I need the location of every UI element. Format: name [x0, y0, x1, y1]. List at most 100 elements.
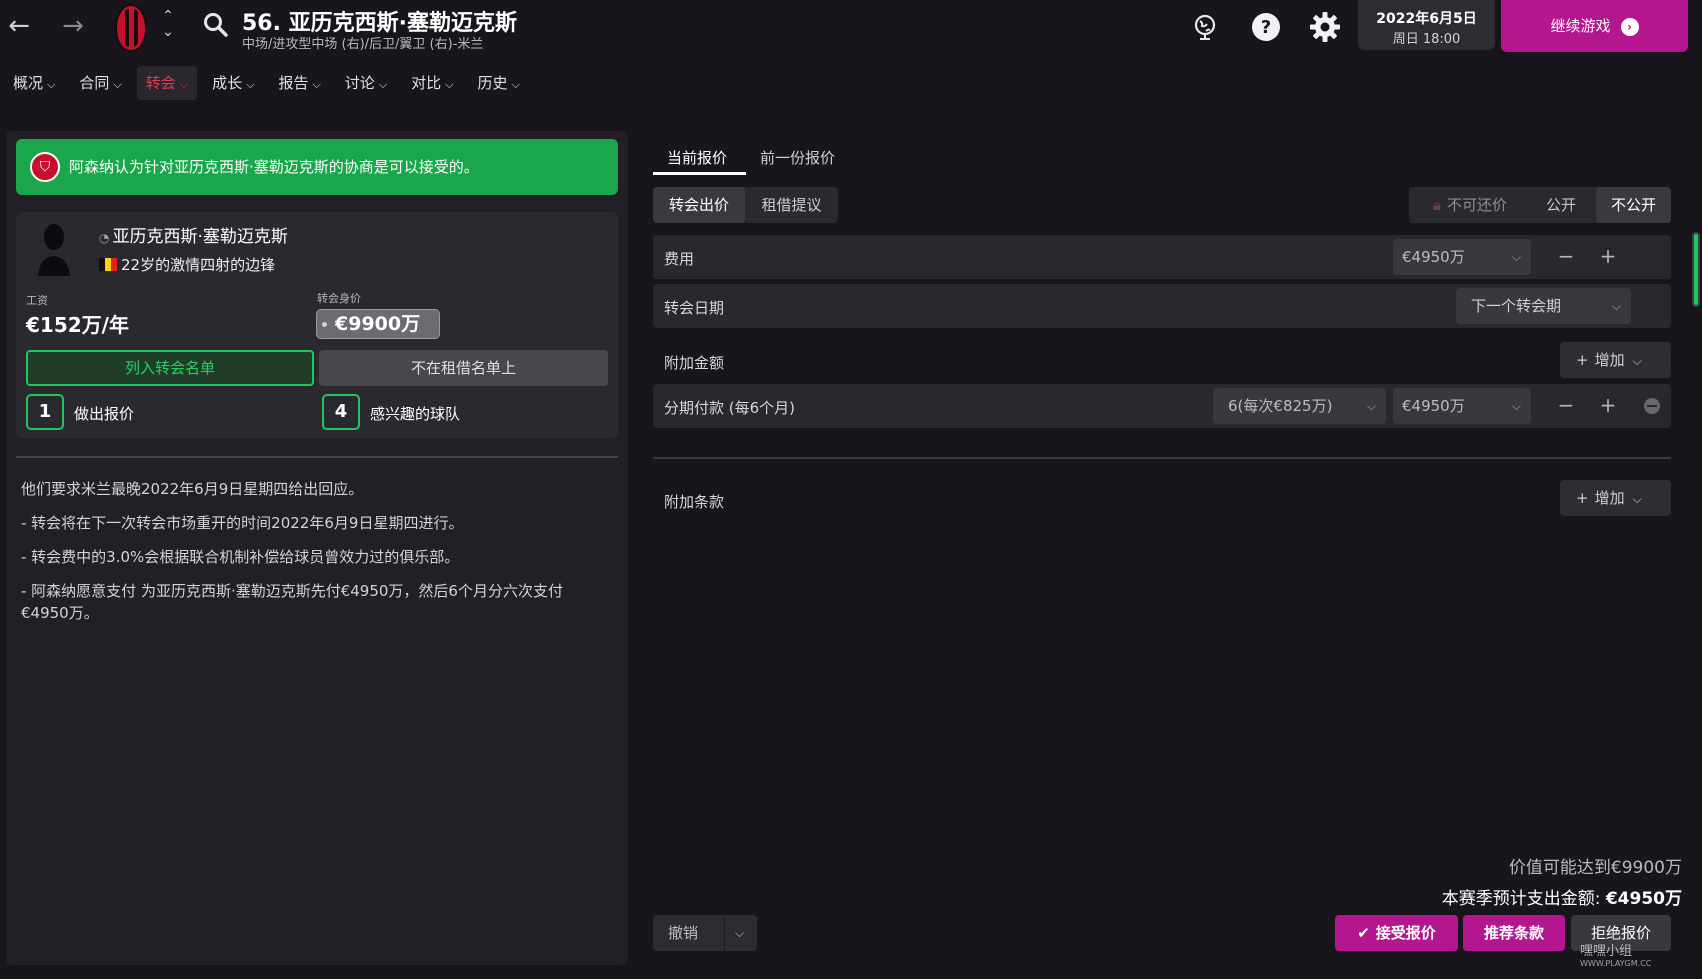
undo-label[interactable]: 撤销: [668, 915, 698, 951]
scrollbar-track[interactable]: [1690, 0, 1702, 979]
installment-count-select[interactable]: 6(每次€825万) ⌵: [1213, 388, 1386, 424]
chevron-down-icon: ⌵: [511, 78, 520, 91]
lock-icon: 🔒︎: [1433, 196, 1441, 214]
date-text: 2022年6月5日: [1376, 11, 1477, 27]
time-text: 周日 18:00: [1392, 32, 1461, 47]
chevron-down-icon: ⌵: [1366, 399, 1376, 413]
tab-current-offer[interactable]: 当前报价: [667, 147, 727, 168]
offers-label: 做出报价: [74, 405, 135, 423]
accept-offer-button[interactable]: ✔ 接受报价: [1335, 915, 1458, 951]
tab-contract[interactable]: 合同 ⌵: [70, 66, 130, 100]
chevron-down-icon: ⌵: [378, 78, 388, 91]
note-item: - 阿森纳愿意支付 为亚历克西斯·塞勒迈克斯先付€4950万，然后6个月分六次支…: [21, 582, 563, 622]
transfer-value-label: 转会身价: [317, 292, 361, 305]
loan-offer-option[interactable]: 租借提议: [745, 187, 838, 223]
loan-list-button[interactable]: 不在租借名单上: [319, 350, 608, 386]
fee-increase-button[interactable]: +: [1596, 244, 1620, 268]
chevron-down-icon: ⌵: [113, 78, 122, 91]
player-menu: 概况 ⌵ 合同 ⌵ 转会 ⌵ 成长 ⌵ 报告 ⌵ 讨论 ⌵ 对比 ⌵ 历史 ⌵: [4, 66, 535, 100]
banner-text: 阿森纳认为针对亚历克西斯·塞勒迈克斯的协商是可以接受的。: [69, 158, 479, 176]
date-display[interactable]: 2022年6月5日 周日 18:00: [1358, 0, 1495, 50]
up-down-icon[interactable]: ⌃ ⌄: [158, 8, 178, 46]
transfer-list-button[interactable]: 列入转会名单: [26, 350, 314, 386]
club-crest-icon: ⛉: [30, 152, 60, 182]
player-description: 22岁的激情四射的边锋: [99, 254, 275, 275]
tab-overview[interactable]: 概况 ⌵: [4, 66, 64, 100]
installment-increase-button[interactable]: +: [1596, 393, 1620, 417]
svg-text:?: ?: [1261, 17, 1271, 38]
continue-label: 继续游戏: [1550, 17, 1611, 35]
player-name[interactable]: ◔ 亚历克西斯·塞勒迈克斯: [99, 222, 288, 247]
player-silhouette-icon: [38, 224, 70, 276]
transfer-date-select[interactable]: 下一个转会期 ⌵: [1456, 288, 1631, 324]
no-counter-option[interactable]: 🔒︎ 不可还价: [1414, 187, 1526, 223]
plus-icon: +: [1576, 489, 1589, 507]
chevron-down-icon: ⌵: [1632, 354, 1642, 368]
divider: [16, 456, 618, 458]
back-arrow-icon[interactable]: ←: [4, 12, 34, 42]
chevron-down-icon[interactable]: ⌵: [724, 915, 744, 951]
plus-icon: +: [1576, 351, 1589, 369]
chevron-down-icon: ⌵: [179, 78, 189, 91]
chevron-down-icon: ⌵: [1611, 299, 1621, 313]
installment-amount-input[interactable]: €4950万 ⌵: [1393, 388, 1531, 424]
tab-transfer[interactable]: 转会 ⌵: [136, 66, 198, 100]
season-spend-text: 本赛季预计支出金额: €4950万: [1441, 889, 1682, 909]
tab-history[interactable]: 历史 ⌵: [469, 66, 529, 100]
chevron-down-icon: ⌵: [445, 78, 454, 91]
wage-value: €152万/年: [26, 313, 129, 337]
add-clause-button[interactable]: + 增加 ⌵: [1560, 480, 1671, 516]
scrollbar-thumb[interactable]: [1692, 232, 1700, 307]
chevron-down-icon: ⌵: [1511, 399, 1521, 413]
negotiation-notes: 他们要求米兰最晚2022年6月9日星期四给出回应。 - 转会将在下一次转会市场重…: [21, 478, 591, 636]
chevron-down-icon: ⌵: [1632, 492, 1642, 506]
watermark: 嘿嘿小组 WWW.PLAYGM.CC: [1580, 944, 1652, 968]
installment-label: 分期付款 (每6个月): [664, 399, 796, 417]
belgium-flag-icon: [99, 258, 117, 271]
fee-input[interactable]: €4950万 ⌵: [1393, 239, 1531, 275]
transfer-date-label: 转会日期: [664, 299, 725, 317]
chevron-right-icon: ›: [1620, 18, 1639, 36]
transfer-value-pill[interactable]: €9900万: [316, 309, 440, 339]
transfer-offer-option[interactable]: 转会出价: [653, 187, 745, 223]
help-icon[interactable]: ?: [1250, 11, 1282, 43]
suggest-terms-button[interactable]: 推荐条款: [1463, 915, 1565, 951]
gear-icon[interactable]: [1309, 11, 1341, 43]
person-icon: ◔: [99, 231, 110, 245]
club-badge-icon[interactable]: [114, 3, 148, 53]
chevron-down-icon: ⌵: [312, 78, 321, 91]
tab-previous-offer[interactable]: 前一份报价: [760, 147, 835, 168]
note-item: - 转会将在下一次转会市场重开的时间2022年6月9日星期四进行。: [21, 514, 464, 532]
chevron-down-icon: ⌵: [47, 78, 56, 91]
fee-label: 费用: [664, 250, 695, 268]
divider: [653, 457, 1671, 459]
tab-development[interactable]: 成长 ⌵: [203, 66, 263, 100]
tab-compare[interactable]: 对比 ⌵: [402, 66, 462, 100]
extra-amount-label: 附加金额: [664, 354, 725, 372]
interested-label: 感兴趣的球队: [370, 405, 461, 423]
note-item: - 转会费中的3.0%会根据联合机制补偿给球员曾效力过的俱乐部。: [21, 548, 460, 566]
chevron-down-icon: ⌵: [246, 78, 255, 91]
forward-arrow-icon[interactable]: →: [58, 12, 88, 42]
player-subtitle: 中场/进攻型中场 (右)/后卫/翼卫 (右)-米兰: [242, 37, 484, 52]
public-option[interactable]: 公开: [1527, 187, 1595, 223]
interested-count-badge[interactable]: 4: [322, 394, 360, 430]
tab-reports[interactable]: 报告 ⌵: [269, 66, 329, 100]
remove-circle-icon[interactable]: [1644, 398, 1660, 414]
chevron-down-icon: ⌵: [1511, 250, 1521, 264]
potential-value-text: 价值可能达到€9900万: [1508, 858, 1682, 878]
add-extra-amount-button[interactable]: + 增加 ⌵: [1560, 342, 1671, 378]
extra-clause-label: 附加条款: [664, 493, 725, 511]
tab-discuss[interactable]: 讨论 ⌵: [336, 66, 396, 100]
installment-decrease-button[interactable]: −: [1554, 393, 1578, 417]
continue-button[interactable]: 继续游戏 ›: [1501, 0, 1688, 52]
fee-decrease-button[interactable]: −: [1554, 244, 1578, 268]
checkmark-icon: ✔: [1357, 924, 1370, 942]
wage-label: 工资: [26, 294, 48, 307]
note-item: 他们要求米兰最晚2022年6月9日星期四给出回应。: [21, 480, 364, 498]
private-option[interactable]: 不公开: [1596, 187, 1671, 223]
world-icon[interactable]: [1190, 12, 1220, 42]
offers-count-badge[interactable]: 1: [26, 394, 64, 430]
active-tab-indicator: [653, 172, 746, 175]
search-icon[interactable]: [203, 12, 229, 38]
